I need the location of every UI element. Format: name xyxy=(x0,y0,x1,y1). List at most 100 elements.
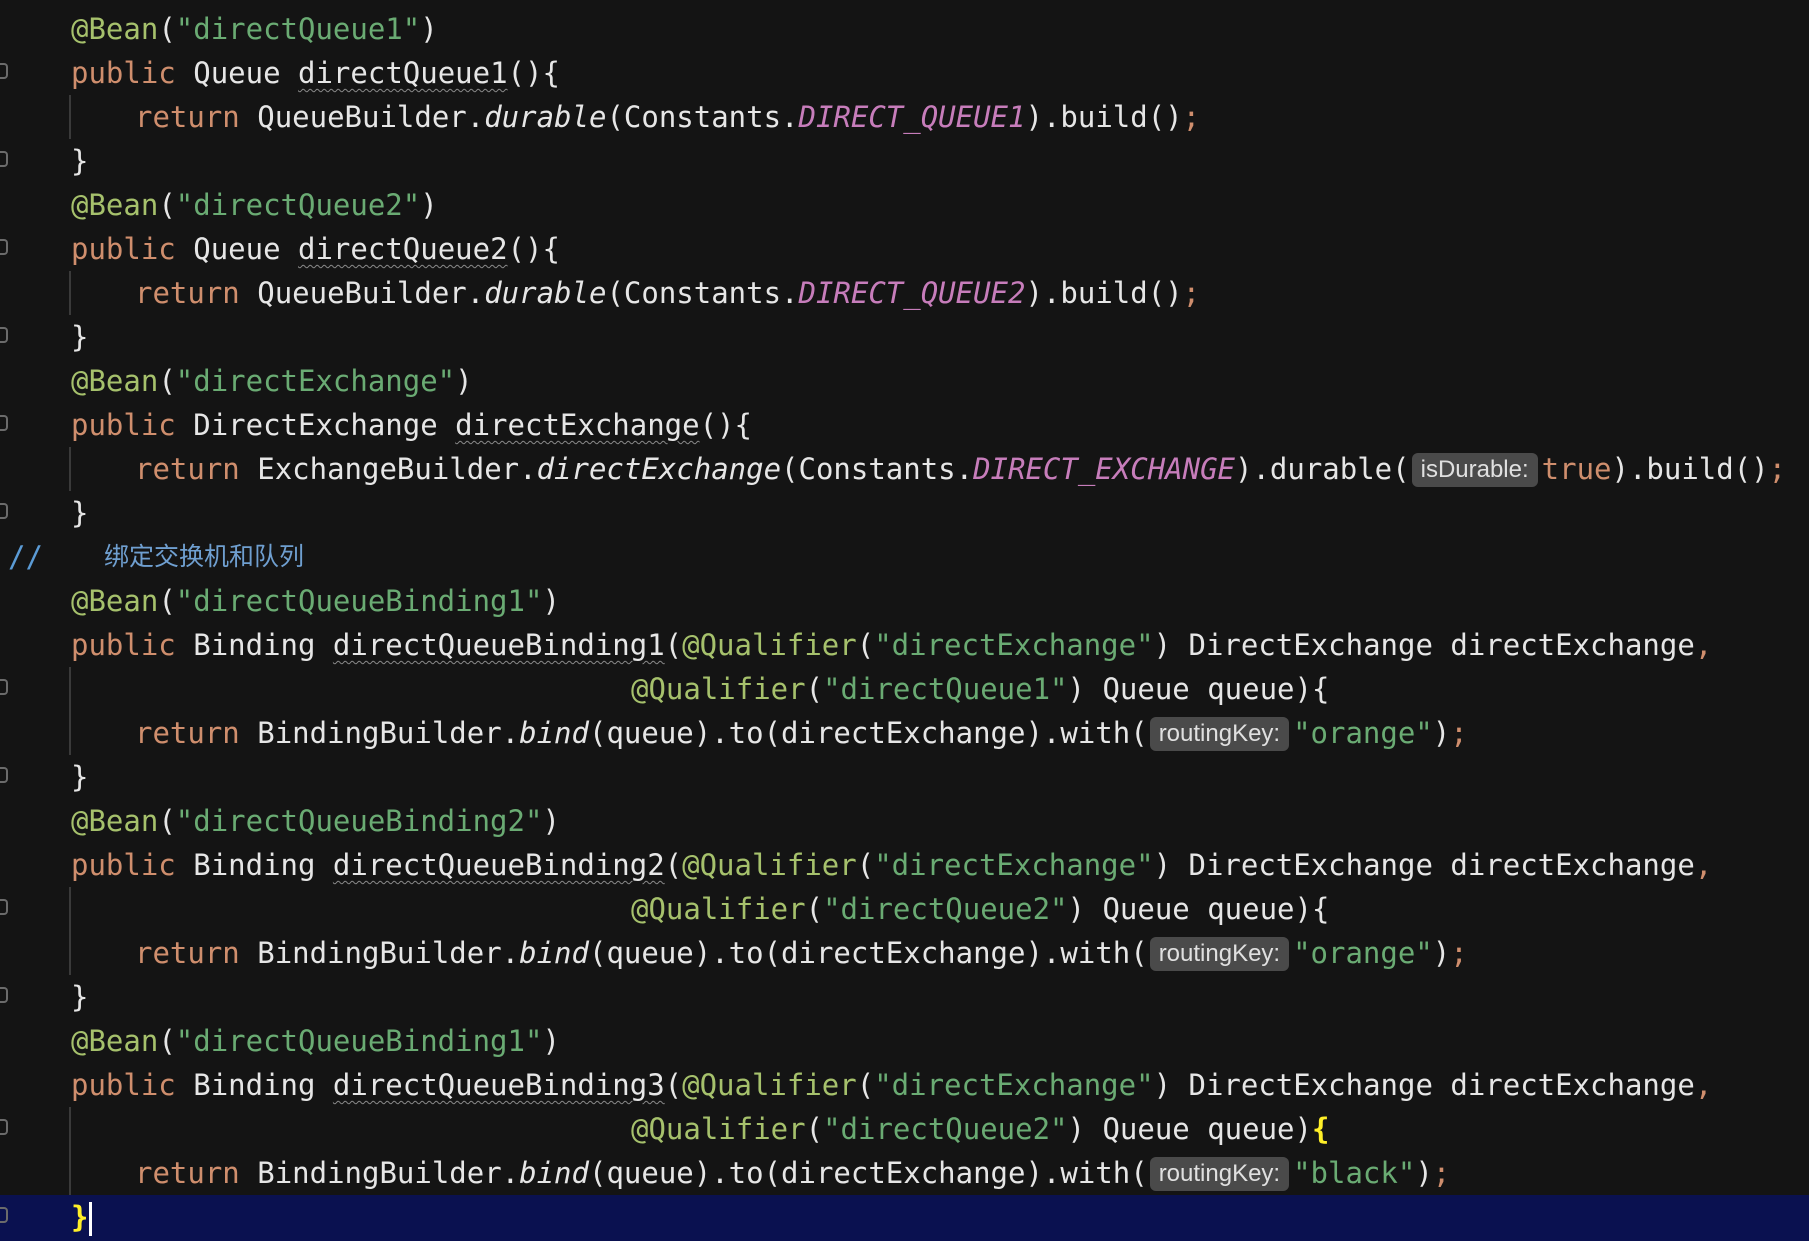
annotation: @Bean xyxy=(71,804,159,838)
method-name: directQueueBinding3 xyxy=(332,1068,665,1102)
punctuation: ( xyxy=(805,672,824,706)
code-line[interactable]: @Bean("directQueue1") xyxy=(0,7,1809,51)
punctuation: (){ xyxy=(507,232,560,266)
code-line[interactable]: } xyxy=(0,755,1809,799)
keyword: return xyxy=(135,452,240,486)
class-ref: QueueBuilder. xyxy=(257,100,485,134)
punctuation: ( xyxy=(158,1024,176,1058)
annotation: @Qualifier xyxy=(631,892,806,926)
code-line[interactable]: public Queue directQueue1(){ xyxy=(0,51,1809,95)
type-name: Binding xyxy=(193,1068,316,1102)
annotation: @Bean xyxy=(71,1024,159,1058)
code-line[interactable]: return BindingBuilder.bind(queue).to(dir… xyxy=(0,931,1809,975)
comma: , xyxy=(1694,628,1713,662)
code-line[interactable]: @Bean("directQueueBinding2") xyxy=(0,799,1809,843)
keyword: public xyxy=(71,408,176,442)
punctuation: ) xyxy=(542,804,560,838)
class-ref: ExchangeBuilder. xyxy=(257,452,537,486)
code-line[interactable]: @Qualifier("directQueue1") Queue queue){ xyxy=(0,667,1809,711)
code-line[interactable]: public DirectExchange directExchange(){ xyxy=(0,403,1809,447)
code-line[interactable]: } xyxy=(0,491,1809,535)
code-line[interactable]: } xyxy=(0,315,1809,359)
code-line[interactable]: } xyxy=(0,975,1809,1019)
code-line[interactable]: return QueueBuilder.durable(Constants.DI… xyxy=(0,95,1809,139)
fold-marker-icon[interactable] xyxy=(0,679,8,695)
punctuation: (){ xyxy=(699,408,752,442)
fold-marker-icon[interactable] xyxy=(0,1119,8,1135)
fold-marker-icon[interactable] xyxy=(0,415,8,431)
punctuation: ) xyxy=(420,12,438,46)
semicolon: ; xyxy=(1450,716,1468,750)
string-literal: "directExchange" xyxy=(175,364,456,398)
punctuation: ( xyxy=(664,1068,683,1102)
punctuation: ( xyxy=(158,188,176,222)
fold-marker-icon[interactable] xyxy=(0,327,8,343)
punctuation: ) xyxy=(1294,1112,1312,1146)
annotation: @Qualifier xyxy=(682,848,857,882)
code-line[interactable]: @Bean("directQueueBinding1") xyxy=(0,579,1809,623)
code-line[interactable]: return QueueBuilder.durable(Constants.DI… xyxy=(0,271,1809,315)
fold-marker-icon[interactable] xyxy=(0,767,8,783)
punctuation: ( xyxy=(158,12,176,46)
semicolon: ; xyxy=(1450,936,1468,970)
call: ).build() xyxy=(1025,276,1183,310)
code-line[interactable]: return ExchangeBuilder.directExchange(Co… xyxy=(0,447,1809,491)
punctuation: ( xyxy=(856,1068,875,1102)
class-ref: QueueBuilder. xyxy=(257,276,485,310)
fold-marker-icon[interactable] xyxy=(0,987,8,1003)
code-line[interactable]: @Qualifier("directQueue2") Queue queue){ xyxy=(0,1107,1809,1151)
keyword: public xyxy=(71,56,176,90)
comma: , xyxy=(1694,1068,1713,1102)
annotation: @Bean xyxy=(71,188,159,222)
code-line[interactable]: public Binding directQueueBinding2(@Qual… xyxy=(0,843,1809,887)
punctuation: ) xyxy=(1067,672,1085,706)
code-line[interactable]: @Bean("directQueueBinding1") xyxy=(0,1019,1809,1063)
close-brace: } xyxy=(71,980,89,1014)
code-line[interactable]: } xyxy=(0,139,1809,183)
code-line[interactable]: public Queue directQueue2(){ xyxy=(0,227,1809,271)
matched-open-brace: { xyxy=(1311,1112,1330,1146)
code-editor[interactable]: @Bean("directQueue1") public Queue direc… xyxy=(0,0,1809,1241)
code-line[interactable]: @Bean("directExchange") xyxy=(0,359,1809,403)
code-line[interactable]: @Qualifier("directQueue2") Queue queue){ xyxy=(0,887,1809,931)
code-line[interactable]: public Binding directQueueBinding3(@Qual… xyxy=(0,1063,1809,1107)
constant: DIRECT_QUEUE2 xyxy=(798,276,1026,310)
fold-marker-icon[interactable] xyxy=(0,239,8,255)
string-literal: "directExchange" xyxy=(874,848,1154,882)
punctuation: ) xyxy=(1153,1068,1172,1102)
string-literal: "directQueueBinding1" xyxy=(175,584,543,618)
code-line[interactable]: @Bean("directQueue2") xyxy=(0,183,1809,227)
fold-marker-icon[interactable] xyxy=(0,503,8,519)
code-line[interactable]: return BindingBuilder.bind(queue).to(dir… xyxy=(0,711,1809,755)
semicolon: ; xyxy=(1182,276,1201,310)
punctuation: ) xyxy=(1153,628,1172,662)
fold-marker-icon[interactable] xyxy=(0,151,8,167)
annotation: @Qualifier xyxy=(631,672,806,706)
code-line[interactable]: public Binding directQueueBinding1(@Qual… xyxy=(0,623,1809,667)
punctuation: ( xyxy=(856,848,875,882)
method-name: directQueueBinding2 xyxy=(332,848,665,882)
fold-marker-icon[interactable] xyxy=(0,1207,8,1223)
punctuation: (){ xyxy=(507,56,560,90)
parameter-hint: routingKey: xyxy=(1149,937,1290,971)
type-name: Binding xyxy=(193,628,316,662)
string-literal: "directQueue2" xyxy=(823,1112,1068,1146)
punctuation: ) xyxy=(1067,892,1085,926)
fold-marker-icon[interactable] xyxy=(0,63,8,79)
code-line[interactable]: return BindingBuilder.bind(queue).to(dir… xyxy=(0,1151,1809,1195)
keyword: public xyxy=(71,848,176,882)
fold-marker-icon[interactable] xyxy=(0,899,8,915)
string-literal: "directQueueBinding1" xyxy=(175,1024,543,1058)
keyword: return xyxy=(135,936,240,970)
code-line[interactable]: // 绑定交换机和队列 xyxy=(0,535,1809,579)
static-method: durable xyxy=(484,276,607,310)
punctuation: ){ xyxy=(1294,892,1330,926)
current-line[interactable]: } xyxy=(0,1195,1809,1241)
punctuation: ) xyxy=(1432,716,1451,750)
